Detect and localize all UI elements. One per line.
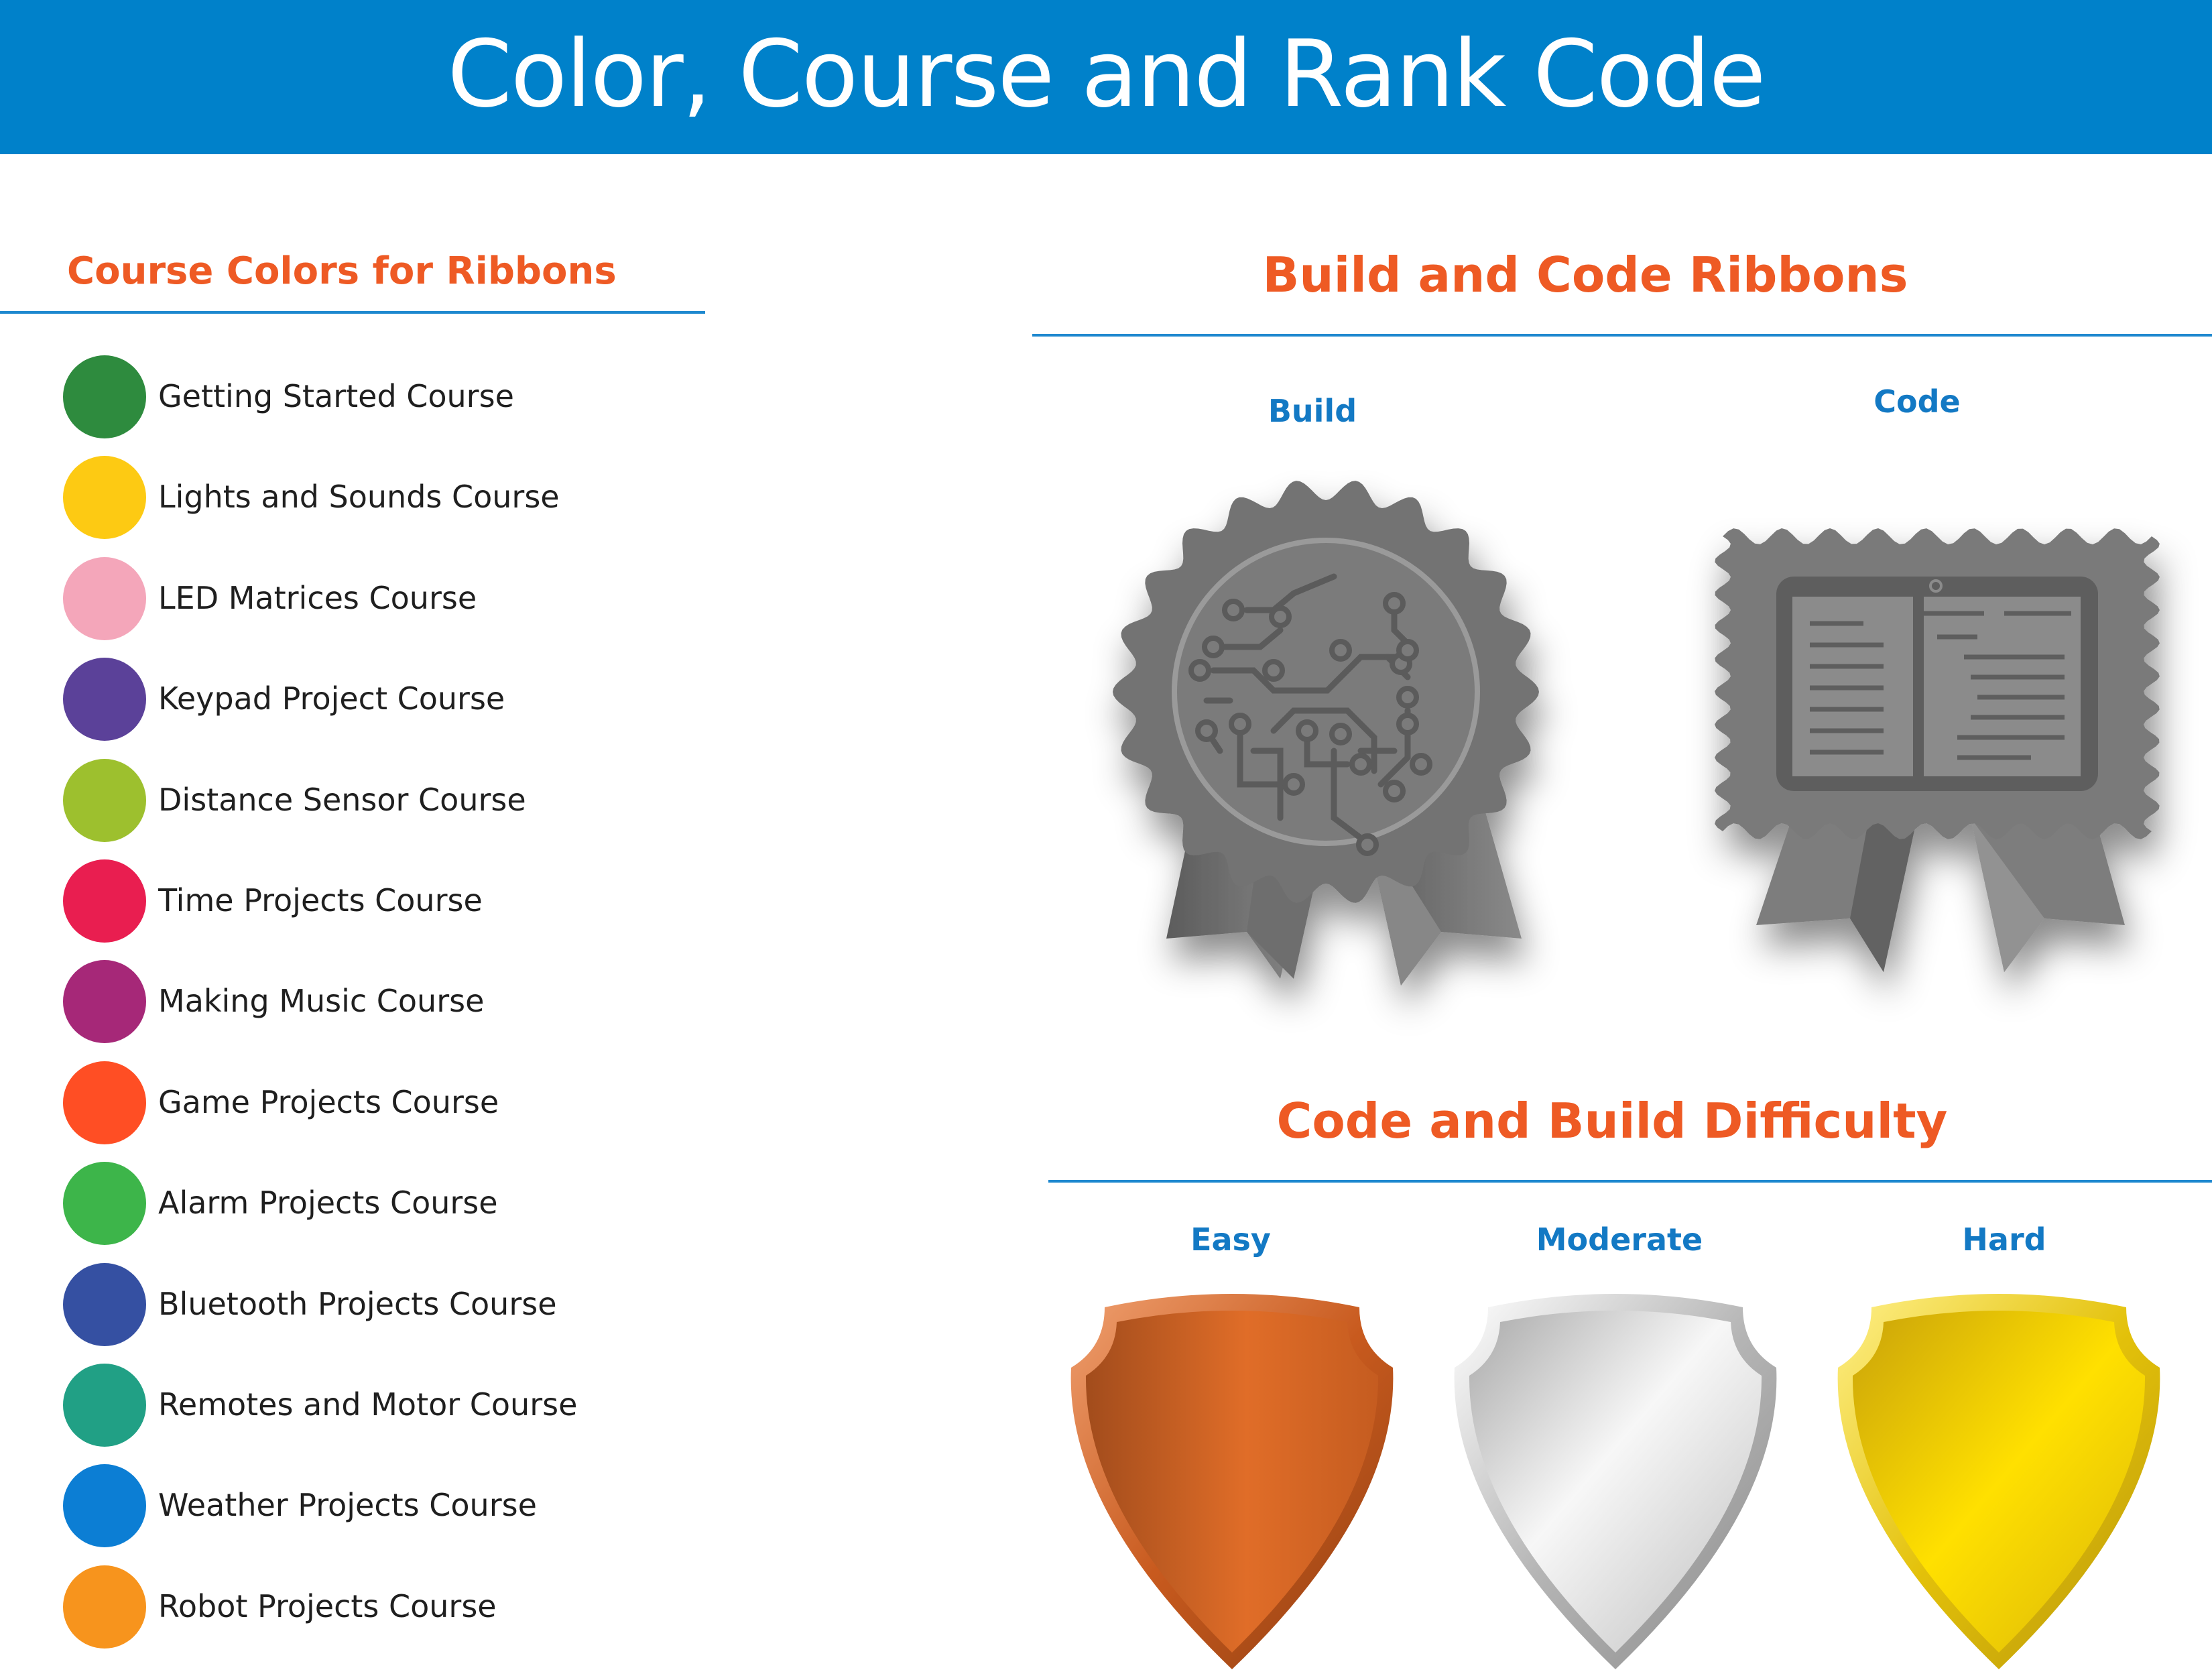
course-label: Keypad Project Course — [158, 680, 505, 717]
course-color-swatch — [63, 557, 146, 640]
difficulty-title: Code and Build Difficulty — [1276, 1093, 1948, 1149]
course-label: Time Projects Course — [158, 882, 483, 918]
course-color-swatch — [63, 1061, 146, 1144]
course-color-item: Lights and Sounds Course — [63, 456, 666, 543]
easy-label: Easy — [1190, 1221, 1271, 1258]
course-color-swatch — [63, 658, 146, 741]
circuit-rosette-icon — [1113, 481, 1539, 985]
course-color-item: Time Projects Course — [63, 859, 666, 947]
course-color-swatch — [63, 859, 146, 943]
course-color-swatch — [63, 355, 146, 438]
course-label: Weather Projects Course — [158, 1487, 537, 1523]
tablet-rosette-icon — [1715, 528, 2160, 972]
course-color-swatch — [63, 759, 146, 842]
ribbons-divider — [1032, 334, 2212, 337]
course-color-item: Bluetooth Projects Course — [63, 1263, 666, 1350]
ribbons-title: Build and Code Ribbons — [1262, 247, 1908, 303]
course-color-list: Getting Started Course Lights and Sounds … — [0, 0, 704, 1672]
hard-label: Hard — [1962, 1221, 2046, 1258]
moderate-label: Moderate — [1536, 1221, 1703, 1258]
course-color-item: Keypad Project Course — [63, 658, 666, 745]
course-color-swatch — [63, 1364, 146, 1447]
course-color-item: Remotes and Motor Course — [63, 1364, 666, 1451]
course-label: Bluetooth Projects Course — [158, 1286, 557, 1322]
code-label: Code — [1873, 383, 1961, 420]
course-label: Robot Projects Course — [158, 1588, 497, 1624]
course-color-item: Robot Projects Course — [63, 1565, 666, 1653]
course-color-item: Alarm Projects Course — [63, 1162, 666, 1249]
course-label: Making Music Course — [158, 983, 485, 1019]
course-color-item: Weather Projects Course — [63, 1464, 666, 1551]
course-color-item: Making Music Course — [63, 960, 666, 1047]
gold-shield-icon — [1837, 1294, 2160, 1669]
course-color-item: Game Projects Course — [63, 1061, 666, 1148]
course-color-swatch — [63, 456, 146, 539]
course-label: Getting Started Course — [158, 378, 514, 414]
course-color-swatch — [63, 1565, 146, 1649]
course-color-swatch — [63, 1162, 146, 1245]
build-label: Build — [1268, 393, 1357, 429]
course-label: Distance Sensor Course — [158, 782, 526, 818]
course-color-swatch — [63, 1263, 146, 1346]
course-label: Remotes and Motor Course — [158, 1386, 578, 1423]
course-label: LED Matrices Course — [158, 580, 477, 616]
course-color-item: Getting Started Course — [63, 355, 666, 442]
silver-shield-icon — [1454, 1294, 1777, 1669]
course-label: Alarm Projects Course — [158, 1185, 498, 1221]
bronze-shield-icon — [1070, 1294, 1394, 1669]
course-label: Game Projects Course — [158, 1084, 499, 1120]
course-color-swatch — [63, 1464, 146, 1547]
difficulty-divider — [1048, 1180, 2212, 1183]
course-color-item: LED Matrices Course — [63, 557, 666, 644]
course-color-swatch — [63, 960, 146, 1043]
course-color-item: Distance Sensor Course — [63, 759, 666, 846]
course-label: Lights and Sounds Course — [158, 479, 560, 515]
